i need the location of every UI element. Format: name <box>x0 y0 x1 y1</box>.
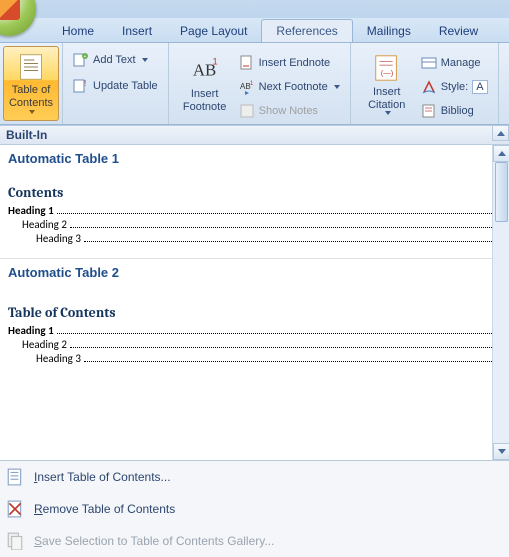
update-table-icon: ! <box>73 78 89 94</box>
tab-home[interactable]: Home <box>48 20 108 42</box>
add-text-icon: + <box>73 52 89 68</box>
ribbon: Table of Contents + Add Text ! Update Ta… <box>0 43 509 125</box>
gallery-section-builtin: Built-In <box>0 125 509 145</box>
add-text-label: Add Text <box>93 54 136 66</box>
toc-row-1: Heading 1 1 <box>8 324 501 337</box>
chevron-down-icon <box>385 111 391 115</box>
next-footnote-icon: AB1 <box>239 79 255 95</box>
manage-icon <box>421 55 437 71</box>
svg-text:(—): (—) <box>380 68 393 77</box>
next-footnote-label: Next Footnote <box>259 81 328 93</box>
insert-footnote-label: Insert Footnote <box>183 88 226 113</box>
show-notes-icon <box>239 103 255 119</box>
toc-row-3: Heading 3 1 <box>8 232 501 245</box>
menu-save-selection: Save Selection to Table of Contents Gall… <box>0 525 509 557</box>
gallery-menu: Insert Table of Contents... Remove Table… <box>0 461 509 557</box>
chevron-down-icon <box>29 110 35 114</box>
remove-toc-icon <box>6 500 24 518</box>
table-of-contents-icon <box>17 53 45 81</box>
toc-heading: Table of Contents <box>8 304 501 321</box>
gallery-scrollbar[interactable] <box>492 145 509 460</box>
toc-button-label: Table of Contents <box>9 84 53 109</box>
menu-remove-toc[interactable]: Remove Table of Contents <box>0 493 509 525</box>
style-label: Style: <box>441 81 469 93</box>
menu-insert-toc[interactable]: Insert Table of Contents... <box>0 461 509 493</box>
bibliography-button[interactable]: Bibliog <box>417 100 492 122</box>
template-title: Automatic Table 1 <box>8 147 501 176</box>
insert-footnote-button[interactable]: AB 1 Insert Footnote <box>175 46 235 122</box>
insert-citation-button[interactable]: (—) Insert Citation <box>357 46 417 122</box>
chevron-down-icon <box>142 58 148 62</box>
toc-row-1: Heading 1 1 <box>8 204 501 217</box>
gallery-item-automatic-table-2[interactable]: Automatic Table 2 Table of Contents Head… <box>0 259 509 378</box>
insert-endnote-button[interactable]: Insert Endnote <box>235 52 344 74</box>
next-footnote-button[interactable]: AB1 Next Footnote <box>235 76 344 98</box>
insert-citation-label: Insert Citation <box>368 86 405 111</box>
insert-endnote-icon <box>239 55 255 71</box>
svg-text:+: + <box>84 54 87 60</box>
bibliography-icon <box>421 103 437 119</box>
style-selector[interactable]: Style: A <box>417 76 492 98</box>
tab-mailings[interactable]: Mailings <box>353 20 425 42</box>
scroll-arrow-up[interactable] <box>493 145 509 162</box>
style-value[interactable]: A <box>472 80 487 94</box>
manage-sources-button[interactable]: Manage <box>417 52 492 74</box>
toc-row-3: Heading 3 1 <box>8 352 501 365</box>
scroll-up-button[interactable] <box>492 125 509 141</box>
bibliography-label: Bibliog <box>441 105 474 117</box>
toc-gallery: Built-In Automatic Table 1 Contents Head… <box>0 125 509 538</box>
show-notes-button: Show Notes <box>235 100 344 122</box>
toc-row-2: Heading 2 1 <box>8 218 501 231</box>
gallery-item-automatic-table-1[interactable]: Automatic Table 1 Contents Heading 1 1 H… <box>0 145 509 259</box>
chevron-down-icon <box>334 85 340 89</box>
table-of-contents-button[interactable]: Table of Contents <box>3 46 59 121</box>
show-notes-label: Show Notes <box>259 105 318 117</box>
insert-footnote-icon: AB 1 <box>190 55 220 85</box>
template-title: Automatic Table 2 <box>8 261 501 290</box>
toc-heading: Contents <box>8 184 501 201</box>
update-table-button[interactable]: ! Update Table <box>69 75 162 97</box>
svg-text:1: 1 <box>250 81 254 87</box>
tab-page-layout[interactable]: Page Layout <box>166 20 261 42</box>
manage-label: Manage <box>441 57 481 69</box>
toc-row-2: Heading 2 1 <box>8 338 501 351</box>
scroll-arrow-down[interactable] <box>493 443 509 460</box>
tab-insert[interactable]: Insert <box>108 20 166 42</box>
style-icon <box>421 79 437 95</box>
insert-citation-icon: (—) <box>372 53 402 83</box>
insert-endnote-label: Insert Endnote <box>259 57 331 69</box>
svg-text:1: 1 <box>212 56 217 66</box>
scroll-thumb[interactable] <box>495 162 508 222</box>
ribbon-tabs: Home Insert Page Layout References Maili… <box>0 18 509 43</box>
svg-text:!: ! <box>84 79 86 88</box>
tab-references[interactable]: References <box>261 19 352 42</box>
insert-toc-icon <box>6 468 24 486</box>
update-table-label: Update Table <box>93 80 158 92</box>
save-selection-icon <box>6 532 24 550</box>
tab-review[interactable]: Review <box>425 20 492 42</box>
add-text-button[interactable]: + Add Text <box>69 49 162 71</box>
